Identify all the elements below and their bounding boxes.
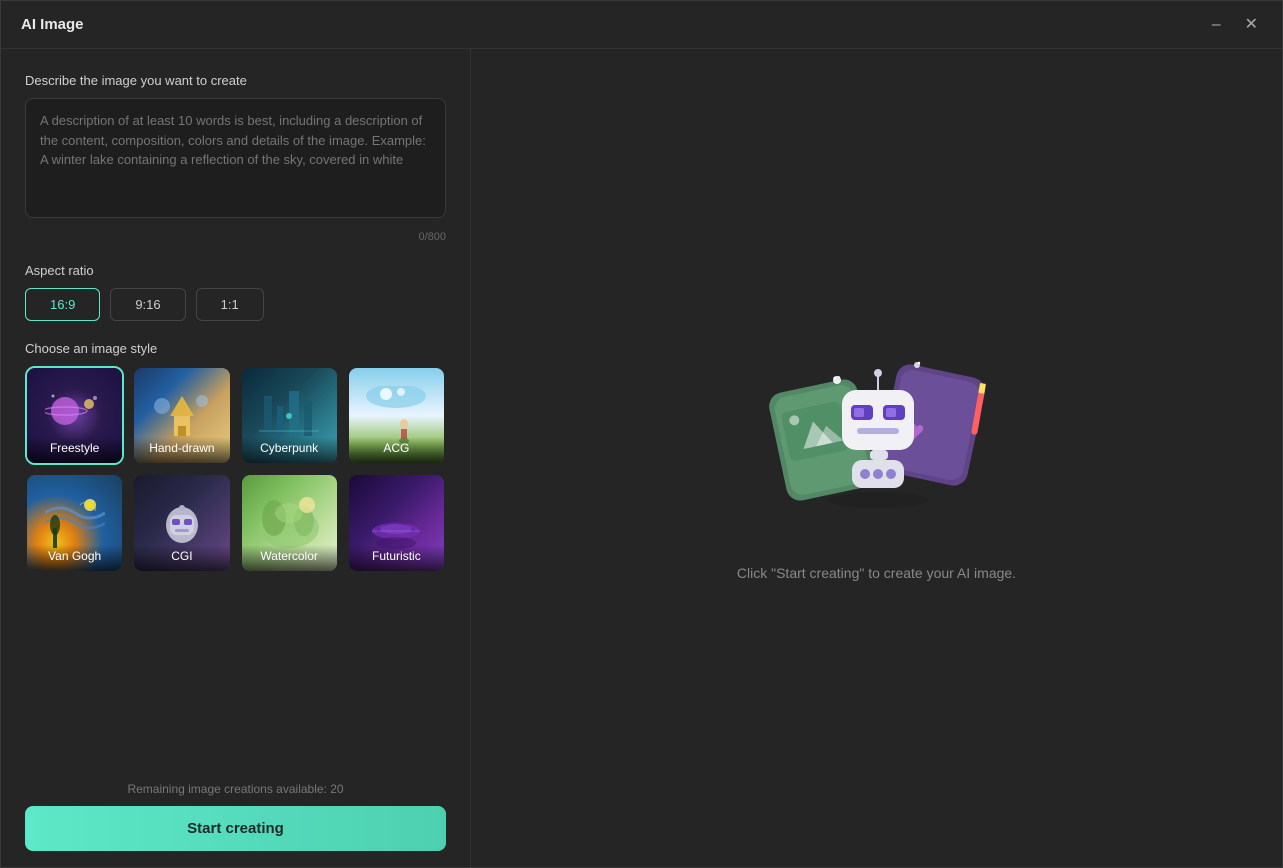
- style-freestyle[interactable]: Freestyle: [25, 366, 124, 465]
- style-futuristic[interactable]: Futuristic: [347, 473, 446, 572]
- illustration-svg: ♥: [747, 335, 1007, 535]
- style-handdrawn-label: Hand-drawn: [134, 437, 229, 463]
- style-futuristic-label: Futuristic: [349, 545, 444, 571]
- ratio-1-1[interactable]: 1:1: [196, 288, 264, 321]
- style-acg[interactable]: ACG: [347, 366, 446, 465]
- close-button[interactable]: ✕: [1241, 15, 1262, 35]
- description-textarea[interactable]: [25, 98, 446, 218]
- ratio-buttons: 16:9 9:16 1:1: [25, 288, 446, 321]
- aspect-ratio-label: Aspect ratio: [25, 263, 446, 278]
- illustration: ♥: [747, 335, 1007, 535]
- main-content: Describe the image you want to create 0/…: [1, 49, 1282, 867]
- style-grid: Freestyle: [25, 366, 446, 573]
- window-controls: – ✕: [1208, 15, 1262, 35]
- window-title: AI Image: [21, 16, 84, 33]
- style-watercolor[interactable]: Watercolor: [240, 473, 339, 572]
- style-cgi-label: CGI: [134, 545, 229, 571]
- style-freestyle-label: Freestyle: [27, 437, 122, 463]
- char-count: 0/800: [25, 231, 446, 243]
- start-creating-button[interactable]: Start creating: [25, 806, 446, 851]
- minimize-button[interactable]: –: [1208, 15, 1225, 35]
- right-panel: ♥: [471, 49, 1282, 867]
- description-label: Describe the image you want to create: [25, 73, 446, 88]
- title-bar: AI Image – ✕: [1, 1, 1282, 49]
- style-handdrawn[interactable]: Hand-drawn: [132, 366, 231, 465]
- style-cyberpunk[interactable]: Cyberpunk: [240, 366, 339, 465]
- ratio-16-9[interactable]: 16:9: [25, 288, 100, 321]
- aspect-ratio-section: Aspect ratio 16:9 9:16 1:1: [25, 263, 446, 321]
- style-vangogh-label: Van Gogh: [27, 545, 122, 571]
- description-wrapper: [25, 98, 446, 223]
- style-cyberpunk-label: Cyberpunk: [242, 437, 337, 463]
- style-cgi[interactable]: CGI: [132, 473, 231, 572]
- hint-text: Click "Start creating" to create your AI…: [737, 565, 1016, 581]
- style-vangogh[interactable]: Van Gogh: [25, 473, 124, 572]
- ratio-9-16[interactable]: 9:16: [110, 288, 185, 321]
- remaining-text: Remaining image creations available: 20: [25, 782, 446, 796]
- left-panel: Describe the image you want to create 0/…: [1, 49, 471, 867]
- style-label: Choose an image style: [25, 341, 446, 356]
- style-acg-label: ACG: [349, 437, 444, 463]
- style-section: Choose an image style: [25, 341, 446, 573]
- app-window: AI Image – ✕ Describe the image you want…: [0, 0, 1283, 868]
- style-watercolor-label: Watercolor: [242, 545, 337, 571]
